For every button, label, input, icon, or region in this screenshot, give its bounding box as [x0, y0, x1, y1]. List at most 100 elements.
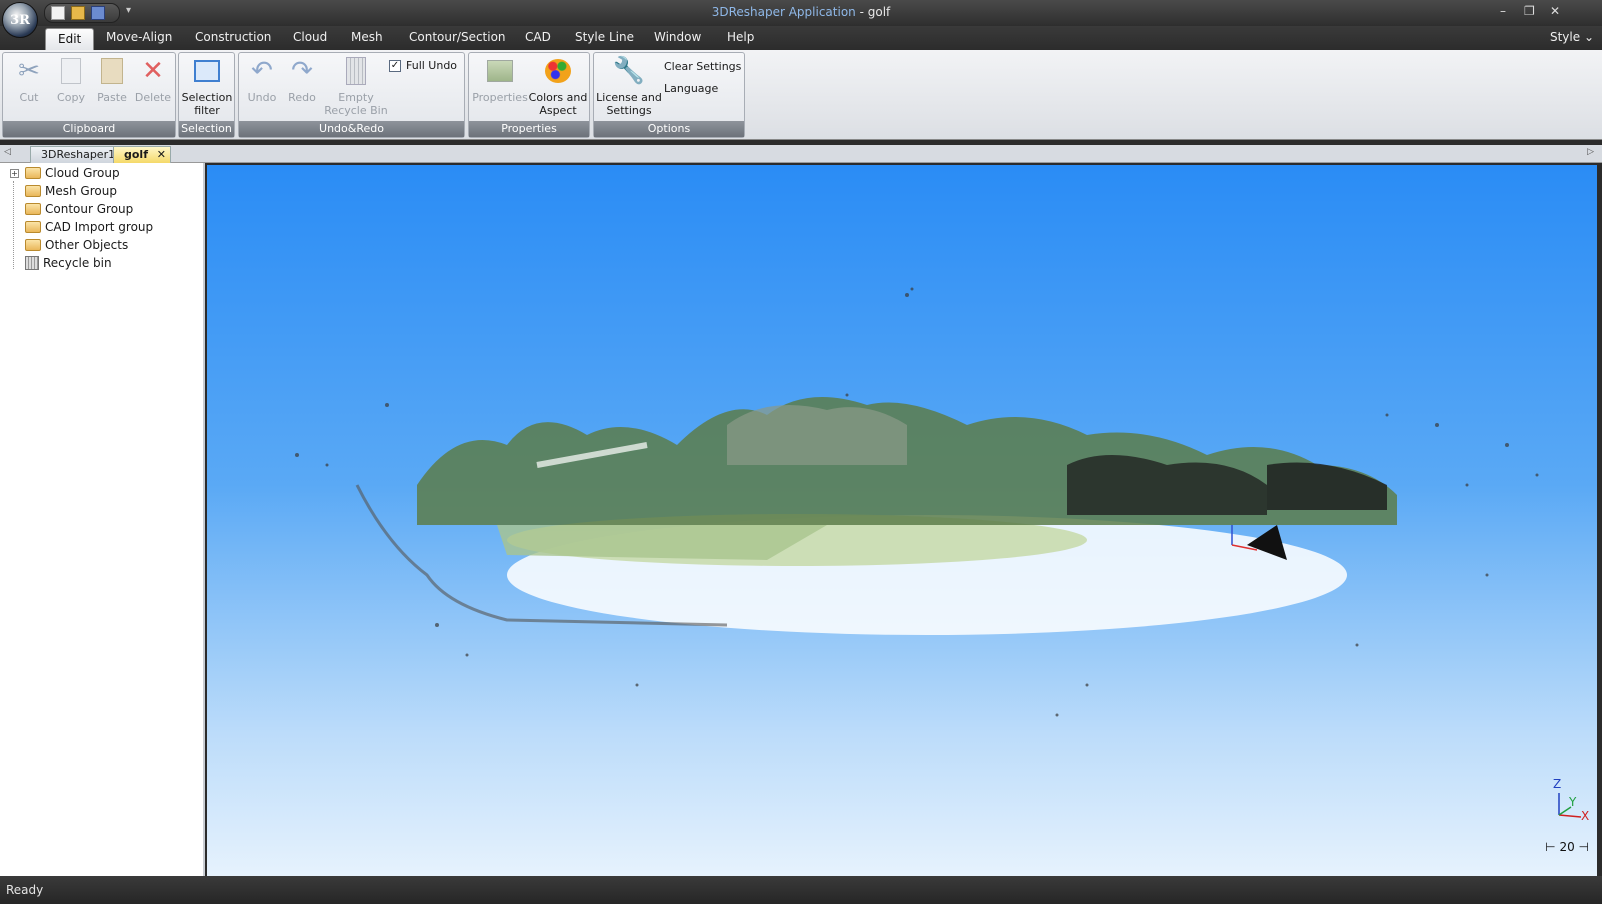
recycle-bin-icon	[25, 256, 39, 270]
folder-icon	[25, 221, 41, 233]
properties-button[interactable]: Properties	[471, 55, 529, 104]
title-bar: 3R ▾ 3DReshaper Application - golf – ❐ ✕	[0, 0, 1602, 38]
window-title-app: 3DReshaper Application	[711, 5, 856, 19]
tab-construction[interactable]: Construction	[195, 30, 271, 44]
app-menu-orb[interactable]: 3R	[2, 2, 38, 38]
license-label-1: License and	[596, 91, 662, 104]
properties-group-label: Properties	[469, 121, 589, 137]
close-tab-icon[interactable]: ✕	[157, 148, 166, 161]
scale-bar-left-icon: ⊢	[1545, 840, 1556, 854]
paste-button[interactable]: Paste	[93, 55, 131, 104]
undo-icon: ↶	[251, 55, 273, 86]
scale-bar: ⊢ 20 ⊣	[1545, 840, 1589, 854]
redo-button[interactable]: ↷ Redo	[283, 55, 321, 105]
properties-label: Properties	[472, 91, 528, 104]
3d-viewport[interactable]: Z Y X ⊢ 20 ⊣	[207, 165, 1597, 876]
tree-item-label: Cloud Group	[45, 166, 120, 180]
doc-tab-3dreshaper1[interactable]: 3DReshaper1	[30, 146, 127, 163]
axis-z-label: Z	[1553, 777, 1562, 791]
point-cloud-render	[295, 287, 1539, 717]
axis-x-label: X	[1581, 809, 1590, 823]
redo-label: Redo	[288, 91, 316, 104]
full-undo-checkbox[interactable]: ✓	[389, 59, 401, 72]
tab-window[interactable]: Window	[654, 30, 701, 44]
folder-icon	[25, 239, 41, 251]
clear-settings-button[interactable]: Clear Settings	[664, 60, 741, 73]
tabs-scroll-left-icon[interactable]: ◁	[4, 147, 11, 157]
object-tree: + Cloud Group Mesh Group Contour Group C…	[0, 163, 205, 876]
tab-contour-section[interactable]: Contour/Section	[409, 30, 506, 44]
cut-label: Cut	[19, 91, 39, 104]
doc-tab-golf-label: golf	[124, 148, 148, 161]
undo-redo-group: ↶ Undo ↷ Redo Empty Recycle Bin ✓ Full U…	[238, 52, 465, 138]
redo-icon: ↷	[291, 55, 313, 86]
tree-item-label: Other Objects	[45, 238, 129, 252]
undo-label: Undo	[247, 91, 277, 104]
tree-item-label: CAD Import group	[45, 220, 154, 234]
style-label: Style	[1549, 30, 1581, 44]
colors-aspect-button[interactable]: Colors and Aspect	[527, 55, 589, 117]
folder-icon	[25, 167, 41, 179]
scale-value: 20	[1559, 840, 1575, 854]
expand-icon[interactable]: +	[10, 168, 19, 178]
tab-help[interactable]: Help	[727, 30, 754, 44]
options-group-label: Options	[594, 121, 744, 137]
selection-filter-icon	[192, 55, 222, 87]
axis-y-label: Y	[1569, 795, 1577, 809]
copy-button[interactable]: Copy	[51, 55, 91, 104]
properties-group: Properties Colors and Aspect Properties	[468, 52, 590, 138]
cut-button[interactable]: ✂ Cut	[11, 55, 47, 105]
tree-item-label: Mesh Group	[45, 184, 117, 198]
palette-icon	[543, 55, 573, 87]
tab-move-align[interactable]: Move-Align	[106, 30, 172, 44]
empty-label-2: Recycle Bin	[324, 104, 388, 117]
orientation-axes: Z Y X	[1551, 777, 1591, 826]
doc-tab-golf[interactable]: golf ✕	[113, 146, 171, 163]
restore-button[interactable]: ❐	[1524, 4, 1535, 18]
options-group: 🔧 License and Settings Clear Settings La…	[593, 52, 745, 138]
window-title-doc: golf	[867, 5, 891, 19]
tab-edit[interactable]: Edit	[45, 28, 95, 50]
delete-label: Delete	[134, 91, 172, 104]
minimize-button[interactable]: –	[1500, 4, 1506, 18]
tab-style-line[interactable]: Style Line	[575, 30, 634, 44]
wrench-icon: 🔧	[612, 55, 646, 86]
style-menu[interactable]: Style ⌄	[1550, 30, 1594, 44]
delete-x-icon: ✕	[142, 55, 164, 86]
language-button[interactable]: Language	[664, 82, 718, 95]
app-orb-label: 3R	[10, 12, 30, 28]
license-settings-button[interactable]: 🔧 License and Settings	[596, 55, 662, 118]
empty-label-1: Empty	[338, 91, 374, 104]
tab-mesh[interactable]: Mesh	[351, 30, 383, 44]
empty-recycle-bin-button[interactable]: Empty Recycle Bin	[323, 55, 389, 117]
selection-filter-button[interactable]: Selection filter	[181, 55, 233, 117]
full-undo-checkbox-row[interactable]: ✓ Full Undo	[389, 59, 457, 72]
folder-icon	[25, 203, 41, 215]
window-title-separator: -	[855, 5, 868, 19]
tree-item-label: Recycle bin	[43, 256, 112, 270]
full-undo-label: Full Undo	[406, 59, 458, 72]
copy-icon	[56, 55, 86, 87]
tabs-scroll-right-icon[interactable]: ▷	[1587, 147, 1594, 157]
undo-button[interactable]: ↶ Undo	[243, 55, 281, 105]
tree-item-other-objects[interactable]: Other Objects	[10, 236, 128, 254]
ribbon-tab-bar: Edit Move-Align Construction Cloud Mesh …	[0, 26, 1602, 50]
tree-item-cad-import-group[interactable]: CAD Import group	[10, 218, 153, 236]
selection-filter-label-2: filter	[194, 104, 220, 117]
tab-cloud[interactable]: Cloud	[293, 30, 327, 44]
tab-cad[interactable]: CAD	[525, 30, 551, 44]
tree-item-cloud-group[interactable]: + Cloud Group	[10, 164, 120, 182]
colors-label-2: Aspect	[539, 104, 577, 117]
scissors-icon: ✂	[18, 55, 40, 86]
clipboard-group: ✂ Cut Copy Paste ✕ Delete Clipboard	[2, 52, 176, 138]
delete-button[interactable]: ✕ Delete	[133, 55, 173, 105]
tree-item-contour-group[interactable]: Contour Group	[10, 200, 133, 218]
license-label-2: Settings	[606, 104, 652, 117]
tree-item-mesh-group[interactable]: Mesh Group	[10, 182, 117, 200]
scale-bar-right-icon: ⊣	[1578, 840, 1589, 854]
paste-icon	[97, 55, 127, 87]
close-button[interactable]: ✕	[1550, 4, 1560, 18]
clipboard-group-label: Clipboard	[3, 121, 175, 137]
selection-group-label: Selection	[179, 121, 234, 137]
tree-item-recycle-bin[interactable]: Recycle bin	[10, 254, 112, 272]
